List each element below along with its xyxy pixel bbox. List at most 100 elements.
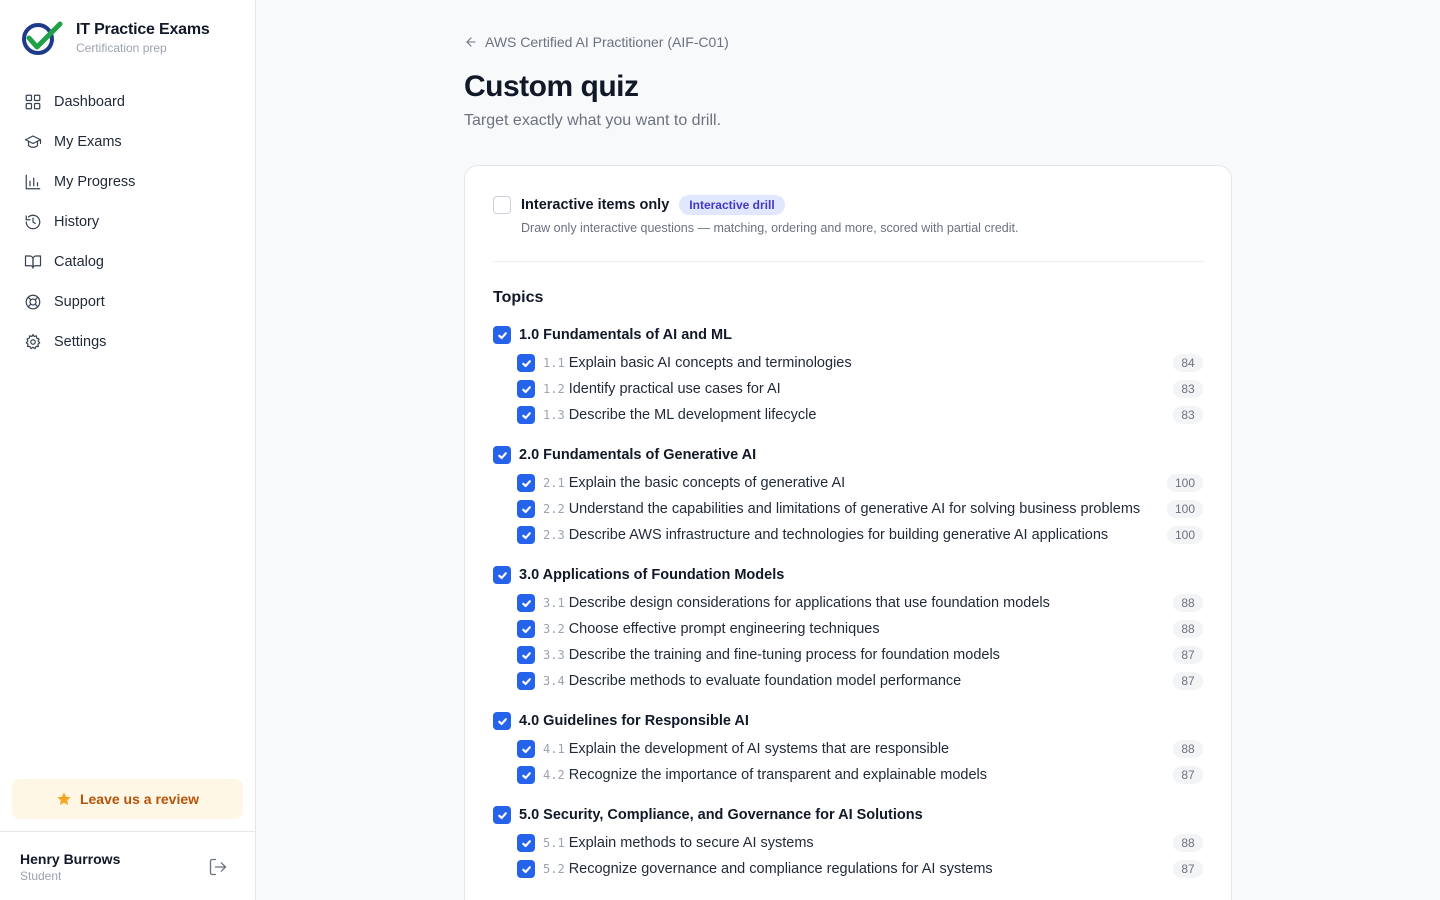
question-count-badge: 88 [1173,594,1203,612]
task-checkbox[interactable] [517,500,535,518]
task-checkbox[interactable] [517,766,535,784]
gear-icon [25,333,41,350]
bar-chart-icon [25,174,41,190]
task-label: Describe AWS infrastructure and technolo… [568,527,1109,543]
logout-button[interactable] [208,857,228,877]
checkmark-icon [521,531,531,539]
task-label: Explain the development of AI systems th… [568,741,950,757]
domain-checkbox[interactable] [493,566,511,584]
nav-label: Catalog [54,254,104,270]
topic-task[interactable]: 3.4 Describe methods to evaluate foundati… [517,670,1203,692]
nav-item-my-progress[interactable]: My Progress [12,162,244,202]
topic-task[interactable]: 4.2 Recognize the importance of transpare… [517,764,1203,786]
brand-logo-icon [22,21,63,55]
task-number: 3.2 [543,622,565,636]
brand-subtitle: Certification prep [76,41,167,55]
nav-item-catalog[interactable]: Catalog [12,242,244,282]
interactive-only-description: Draw only interactive questions — matchi… [521,221,1019,235]
sidebar: IT Practice Exams Certification prep Das… [0,0,256,900]
topic-domain[interactable]: 2.0 Fundamentals of Generative AI [493,446,756,464]
task-checkbox[interactable] [517,646,535,664]
task-label: Explain methods to secure AI systems [568,835,814,851]
topic-task[interactable]: 1.2 Identify practical use cases for AI 83 [517,378,1203,400]
checkmark-icon [521,479,531,487]
checkmark-icon [521,745,531,753]
domain-checkbox[interactable] [493,326,511,344]
nav-item-settings[interactable]: Settings [12,322,244,362]
checkmark-icon [521,359,531,367]
question-count-badge: 87 [1173,646,1203,664]
nav-item-support[interactable]: Support [12,282,244,322]
topic-domain[interactable]: 1.0 Fundamentals of AI and ML [493,326,732,344]
question-count-badge: 84 [1173,354,1203,372]
lifebuoy-icon [25,294,41,310]
dashboard-icon [25,94,41,110]
leave-review-button[interactable]: Leave us a review [12,779,243,819]
interactive-only-label: Interactive items only [521,197,670,213]
arrow-left-icon [466,37,476,47]
topics-heading: Topics [493,289,544,306]
topic-task[interactable]: 1.1 Explain basic AI concepts and termino… [517,352,1203,374]
topic-task[interactable]: 5.2 Recognize governance and compliance r… [517,858,1203,880]
task-checkbox[interactable] [517,354,535,372]
task-number: 5.1 [543,836,565,850]
task-checkbox[interactable] [517,406,535,424]
topic-task[interactable]: 3.3 Describe the training and fine-tuning… [517,644,1203,666]
task-number: 5.2 [543,862,565,876]
graduation-cap-icon [24,135,42,148]
task-number: 3.3 [543,648,565,662]
topic-task[interactable]: 2.1 Explain the basic concepts of generat… [517,472,1203,494]
task-checkbox[interactable] [517,834,535,852]
brand-title: IT Practice Exams [76,21,210,38]
task-label: Choose effective prompt engineering tech… [568,621,880,637]
topic-task[interactable]: 5.1 Explain methods to secure AI systems 8… [517,832,1203,854]
divider [493,261,1205,262]
topic-task[interactable]: 2.2 Understand the capabilities and limit… [517,498,1203,520]
topic-domain[interactable]: 4.0 Guidelines for Responsible AI [493,712,749,730]
task-number: 2.3 [543,528,565,542]
task-checkbox[interactable] [517,380,535,398]
topic-task[interactable]: 3.2 Choose effective prompt engineering t… [517,618,1203,640]
topic-task[interactable]: 4.1 Explain the development of AI systems… [517,738,1203,760]
topic-task[interactable]: 2.3 Describe AWS infrastructure and techn… [517,524,1203,546]
checkmark-icon [521,771,531,779]
question-count-badge: 100 [1166,500,1203,518]
task-number: 2.2 [543,502,565,516]
question-count-badge: 87 [1173,766,1203,784]
domain-label: 1.0 Fundamentals of AI and ML [519,327,732,343]
task-checkbox[interactable] [517,474,535,492]
task-checkbox[interactable] [517,672,535,690]
topic-task[interactable]: 1.3 Describe the ML development lifecycle… [517,404,1203,426]
nav-label: My Exams [54,134,122,150]
user-name: Henry Burrows [20,851,121,867]
nav-item-history[interactable]: History [12,202,244,242]
task-checkbox[interactable] [517,740,535,758]
domain-checkbox[interactable] [493,806,511,824]
nav-item-my-exams[interactable]: My Exams [12,122,244,162]
brand[interactable]: IT Practice Exams Certification prep [20,20,210,56]
task-checkbox[interactable] [517,526,535,544]
task-number: 1.2 [543,382,565,396]
logout-icon [209,858,227,876]
question-count-badge: 87 [1173,860,1203,878]
breadcrumb-label: AWS Certified AI Practitioner (AIF-C01) [485,34,729,50]
topic-domain[interactable]: 5.0 Security, Compliance, and Governance… [493,806,923,824]
task-checkbox[interactable] [517,620,535,638]
domain-checkbox[interactable] [493,712,511,730]
task-checkbox[interactable] [517,860,535,878]
interactive-only-option[interactable]: Interactive items only Interactive drill [493,195,785,215]
checkmark-icon [521,385,531,393]
topic-task[interactable]: 3.1 Describe design considerations for ap… [517,592,1203,614]
page-subtitle: Target exactly what you want to drill. [464,112,722,129]
breadcrumb-back-link[interactable]: AWS Certified AI Practitioner (AIF-C01) [464,34,729,50]
task-checkbox[interactable] [517,594,535,612]
interactive-only-checkbox[interactable] [493,196,511,214]
checkmark-icon [497,717,507,725]
nav-item-dashboard[interactable]: Dashboard [12,82,244,122]
topic-domain[interactable]: 3.0 Applications of Foundation Models [493,566,784,584]
checkmark-icon [497,451,507,459]
nav-label: My Progress [54,174,136,190]
checkmark-icon [497,811,507,819]
checkmark-icon [521,865,531,873]
domain-checkbox[interactable] [493,446,511,464]
